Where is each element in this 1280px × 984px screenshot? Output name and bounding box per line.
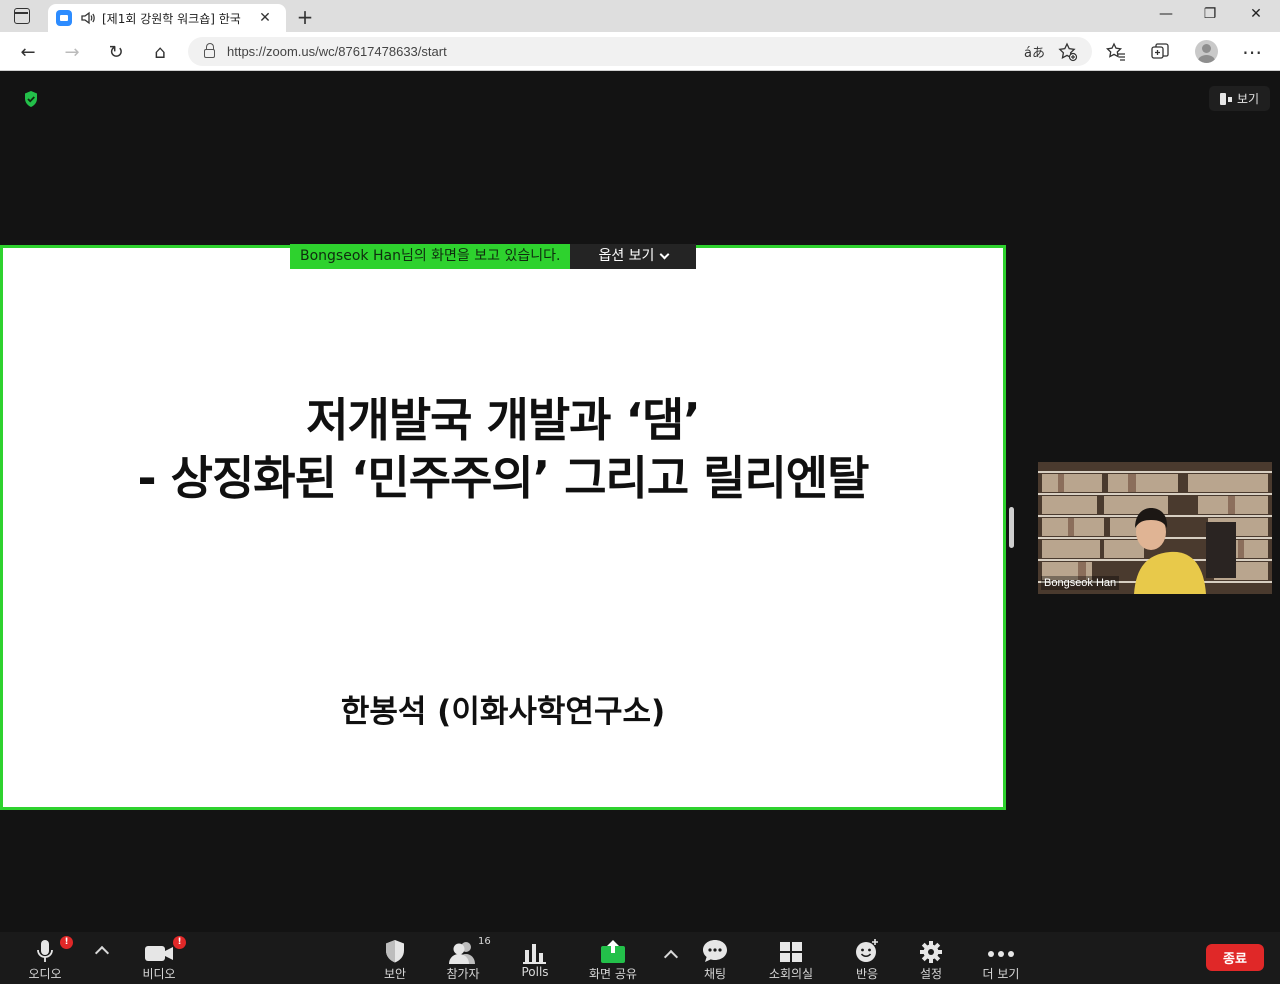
breakout-rooms-icon [780,942,802,962]
more-dots-icon [988,951,1014,957]
encryption-shield-icon[interactable] [23,90,39,108]
reactions-label: 반응 [855,967,879,981]
browser-tab-strip: [제1회 강원학 워크숍] 한국 ✕ + — ❐ ✕ [0,0,1280,32]
breakout-rooms-label: 소회의실 [768,967,814,981]
participants-count: 16 [478,936,491,947]
microphone-icon [37,940,53,962]
url-text[interactable]: https://zoom.us/wc/87617478633/start [227,44,447,59]
settings-gear-icon [920,941,942,963]
add-favorite-icon[interactable] [1058,42,1078,62]
settings-more-button[interactable]: ⋯ [1240,40,1264,64]
window-close-button[interactable]: ✕ [1246,6,1266,22]
meeting-toolbar: ! 오디오 ! 비디오 보안 참가자 16 Polls 화면 공유 채팅 소회의… [0,932,1280,984]
back-button[interactable]: ← [16,40,40,64]
view-options-label: 옵션 보기 [598,248,655,264]
camera-icon [145,946,173,961]
slide-author: 한봉석 (이화사학연구소) [340,694,666,730]
more-label: 더 보기 [982,967,1020,981]
security-shield-icon [386,940,404,963]
share-screen-icon [601,940,625,963]
share-banner-suffix: 님의 화면을 보고 있습니다. [400,248,561,264]
reload-button[interactable]: ↻ [104,40,128,64]
participant-name-label: Bongseok Han [1041,576,1120,590]
polls-label: Polls [521,965,549,979]
settings-label: 설정 [919,967,943,981]
polls-chart-icon [523,944,546,964]
new-tab-button[interactable]: + [295,5,315,29]
audio-label: 오디오 [28,967,62,981]
speaker-icon[interactable] [80,10,96,26]
view-options-button[interactable]: 옵션 보기 [570,244,697,269]
audio-options-chevron-up-icon[interactable] [94,945,110,961]
more-button[interactable]: 더 보기 [976,932,1026,984]
favorites-icon[interactable] [1106,42,1126,62]
view-layout-icon [1219,92,1232,105]
chat-bubble-icon [703,940,727,962]
share-options-chevron-up-icon[interactable] [663,949,679,965]
polls-button[interactable]: Polls [510,932,560,984]
video-button[interactable]: ! 비디오 [134,932,186,984]
slide-title-line-1: 저개발국 개발과 ‘댐’ [306,393,701,447]
share-screen-button[interactable]: 화면 공유 [584,932,642,984]
collections-icon[interactable] [1150,42,1170,62]
participants-label: 참가자 [446,967,480,981]
browser-tab[interactable]: [제1회 강원학 워크숍] 한국 ✕ [48,4,286,32]
tab-title: [제1회 강원학 워크숍] 한국 [102,11,241,26]
end-meeting-button[interactable]: 종료 [1206,944,1264,971]
browser-address-bar: ← → ↻ ⌂ https://zoom.us/wc/87617478633/s… [0,32,1280,71]
url-field[interactable]: https://zoom.us/wc/87617478633/start áあ [188,37,1092,66]
panel-resize-handle[interactable] [1009,507,1014,548]
reactions-button[interactable]: 반응 [842,932,892,984]
forward-button[interactable]: → [60,40,84,64]
security-label: 보안 [383,967,407,981]
reactions-smiley-icon [856,939,878,962]
video-label: 비디오 [142,967,176,981]
window-maximize-button[interactable]: ❐ [1200,6,1220,22]
video-alert-badge: ! [173,936,186,949]
read-aloud-icon[interactable]: áあ [1024,37,1045,66]
chevron-down-icon [659,249,670,260]
home-button[interactable]: ⌂ [148,40,172,64]
breakout-rooms-button[interactable]: 소회의실 [762,932,820,984]
zoom-favicon-icon [56,10,72,26]
share-screen-label: 화면 공유 [589,967,637,981]
settings-button[interactable]: 설정 [906,932,956,984]
video-frame-image [1038,462,1272,594]
chat-label: 채팅 [703,967,727,981]
tab-close-icon[interactable]: ✕ [258,10,272,26]
profile-avatar[interactable] [1195,40,1218,63]
audio-button[interactable]: ! 오디오 [20,932,73,984]
participants-icon [449,942,475,964]
security-button[interactable]: 보안 [370,932,420,984]
share-banner: Bongseok Han님의 화면을 보고 있습니다. 옵션 보기 [290,244,697,269]
view-button-label: 보기 [1236,92,1260,106]
participant-video-tile[interactable]: Bongseok Han [1038,462,1272,594]
audio-alert-badge: ! [60,936,73,949]
chat-button[interactable]: 채팅 [690,932,740,984]
share-banner-text: Bongseok Han님의 화면을 보고 있습니다. [290,244,571,269]
view-button[interactable]: 보기 [1209,86,1270,111]
presenter-name: Bongseok Han [300,248,401,264]
lock-icon[interactable] [204,43,215,58]
window-minimize-button[interactable]: — [1156,6,1176,22]
tab-actions-icon[interactable] [14,8,30,24]
slide-title-line-2: - 상징화된 ‘민주주의’ 그리고 릴리엔탈 [137,451,870,505]
